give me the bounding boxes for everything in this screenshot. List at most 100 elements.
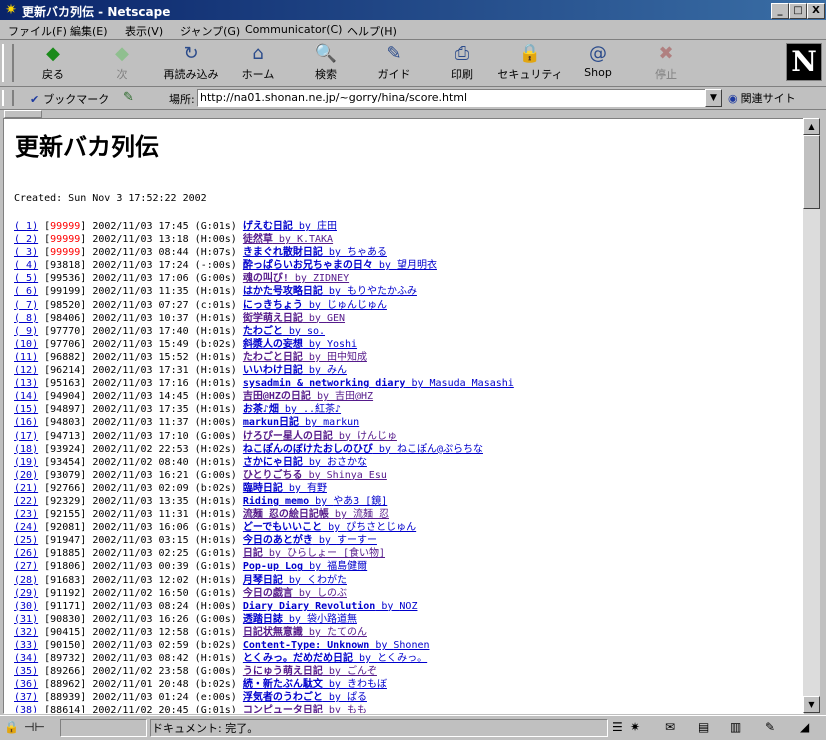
- scroll-up-button[interactable]: ▲: [803, 118, 820, 135]
- related-sites-button[interactable]: ◉ 関連サイト: [728, 90, 796, 106]
- author-link[interactable]: by ごんぞ: [323, 666, 377, 677]
- diary-title-link[interactable]: Pop-up Log: [243, 561, 303, 572]
- diary-title-link[interactable]: 臨時日記: [243, 483, 283, 494]
- diary-title-link[interactable]: sysadmin & networking diary: [243, 378, 406, 389]
- forward-button[interactable]: ◆ 次: [89, 42, 155, 84]
- rank-link[interactable]: (24): [14, 522, 38, 533]
- rank-link[interactable]: (13): [14, 378, 38, 389]
- rank-link[interactable]: (12): [14, 365, 38, 376]
- search-button[interactable]: 🔍 検索: [293, 42, 359, 84]
- diary-title-link[interactable]: Content-Type: Unknown: [243, 640, 369, 651]
- author-link[interactable]: by Yoshi: [303, 339, 357, 350]
- rank-link[interactable]: (20): [14, 470, 38, 481]
- menu-communicator[interactable]: Communicator(C): [245, 23, 342, 36]
- author-link[interactable]: by ちゃある: [323, 247, 387, 258]
- netscape-app-icon[interactable]: ✷: [3, 2, 19, 18]
- author-link[interactable]: by 有野: [283, 483, 327, 494]
- rank-link[interactable]: (37): [14, 692, 38, 703]
- author-link[interactable]: by so.: [283, 326, 325, 337]
- author-link[interactable]: by ひらしょー [食い物]: [263, 548, 385, 559]
- diary-title-link[interactable]: たわごと日記: [243, 352, 303, 363]
- diary-title-link[interactable]: どーでもいいこと: [243, 522, 322, 533]
- page-proxy-icon[interactable]: ✎: [123, 90, 134, 105]
- diary-title-link[interactable]: 続・新たぶん駄文: [243, 679, 323, 690]
- diary-title-link[interactable]: markun日記: [243, 417, 299, 428]
- diary-title-link[interactable]: さかにゃ日記: [243, 457, 303, 468]
- diary-title-link[interactable]: 斜漿人の妄想: [243, 339, 303, 350]
- author-link[interactable]: by すーすー: [313, 535, 377, 546]
- author-link[interactable]: by markun: [299, 417, 359, 428]
- rank-link[interactable]: ( 5): [14, 273, 38, 284]
- rank-link[interactable]: (19): [14, 457, 38, 468]
- author-link[interactable]: by ねこぽん@ぷらちな: [373, 444, 483, 455]
- rank-link[interactable]: (26): [14, 548, 38, 559]
- author-link[interactable]: by Shinya Esu: [303, 470, 387, 481]
- author-link[interactable]: by くわがた: [283, 575, 347, 586]
- diary-title-link[interactable]: 酔っぱらいお兄ちゃまの日々: [243, 260, 373, 271]
- address-book-icon[interactable]: ▥: [730, 720, 741, 734]
- diary-title-link[interactable]: 今日の戯言: [243, 588, 293, 599]
- rank-link[interactable]: (31): [14, 614, 38, 625]
- menu-help[interactable]: ヘルプ(H): [347, 23, 397, 39]
- stop-button[interactable]: ✖ 停止: [633, 42, 699, 84]
- diary-title-link[interactable]: 魂の叫び!: [243, 273, 289, 284]
- diary-title-link[interactable]: ねこぽんのぼけたおしのひび: [243, 444, 373, 455]
- author-link[interactable]: by ぴちさとじゅん: [322, 522, 416, 533]
- diary-title-link[interactable]: 今日のあとがき: [243, 535, 313, 546]
- diary-title-link[interactable]: うにゅう萌え日記: [243, 666, 323, 677]
- rank-link[interactable]: ( 8): [14, 313, 38, 324]
- diary-title-link[interactable]: 吉田@HZの日記: [243, 391, 311, 402]
- menu-view[interactable]: 表示(V): [125, 23, 163, 39]
- diary-title-link[interactable]: Riding memo: [243, 496, 309, 507]
- rank-link[interactable]: (28): [14, 575, 38, 586]
- security-lock-icon[interactable]: 🔒: [4, 720, 19, 734]
- author-link[interactable]: by 庄田: [293, 221, 337, 232]
- vertical-scrollbar[interactable]: ▲ ▼: [803, 118, 820, 713]
- url-dropdown-button[interactable]: ▼: [705, 89, 722, 107]
- rank-link[interactable]: (23): [14, 509, 38, 520]
- diary-title-link[interactable]: けろぴー星人の日記: [243, 431, 333, 442]
- rank-link[interactable]: (14): [14, 391, 38, 402]
- rank-link[interactable]: (35): [14, 666, 38, 677]
- author-link[interactable]: by 望月明衣: [373, 260, 437, 271]
- rank-link[interactable]: (11): [14, 352, 38, 363]
- author-link[interactable]: by Masuda Masashi: [405, 378, 513, 389]
- author-link[interactable]: by きわもぼ: [323, 679, 387, 690]
- scroll-down-button[interactable]: ▼: [803, 696, 820, 713]
- author-link[interactable]: by ZIDNEY: [289, 273, 349, 284]
- guide-button[interactable]: ✎ ガイド: [361, 42, 427, 84]
- menu-go[interactable]: ジャンプ(G): [180, 23, 240, 39]
- rank-link[interactable]: ( 9): [14, 326, 38, 337]
- rank-link[interactable]: ( 7): [14, 300, 38, 311]
- component-grip-icon[interactable]: ☰: [612, 720, 623, 734]
- scroll-thumb[interactable]: [803, 135, 820, 209]
- rank-link[interactable]: ( 2): [14, 234, 38, 245]
- navigator-icon[interactable]: ✷: [630, 720, 640, 734]
- rank-link[interactable]: (34): [14, 653, 38, 664]
- rank-link[interactable]: (16): [14, 417, 38, 428]
- author-link[interactable]: by もも: [323, 705, 367, 713]
- diary-title-link[interactable]: たわごと: [243, 326, 283, 337]
- diary-title-link[interactable]: きまぐれ散財日記: [243, 247, 323, 258]
- author-link[interactable]: by おさかな: [303, 457, 367, 468]
- rank-link[interactable]: ( 6): [14, 286, 38, 297]
- rank-link[interactable]: (21): [14, 483, 38, 494]
- diary-title-link[interactable]: げえむ日記: [243, 221, 293, 232]
- diary-title-link[interactable]: いいわけ日記: [243, 365, 303, 376]
- author-link[interactable]: by GEN: [303, 313, 345, 324]
- diary-title-link[interactable]: コンピュータ日記: [243, 705, 323, 713]
- author-link[interactable]: by みん: [303, 365, 347, 376]
- url-input[interactable]: http://na01.shonan.ne.jp/~gorry/hina/sco…: [197, 89, 707, 107]
- diary-title-link[interactable]: 月琴日記: [243, 575, 283, 586]
- toolbar-grip[interactable]: [2, 44, 14, 82]
- diary-title-link[interactable]: 透踏日誌: [243, 614, 283, 625]
- reload-button[interactable]: ↻ 再読み込み: [158, 42, 224, 84]
- author-link[interactable]: by 吉田@HZ: [311, 391, 373, 402]
- author-link[interactable]: by やあ3 [鏡]: [309, 496, 387, 507]
- diary-title-link[interactable]: お茶♪畑: [243, 404, 279, 415]
- rank-link[interactable]: (15): [14, 404, 38, 415]
- menu-file[interactable]: ファイル(F): [8, 23, 67, 39]
- diary-title-link[interactable]: ひとりごちる: [243, 470, 303, 481]
- author-link[interactable]: by 袋小路道無: [283, 614, 357, 625]
- composer-icon[interactable]: ✎: [765, 720, 775, 734]
